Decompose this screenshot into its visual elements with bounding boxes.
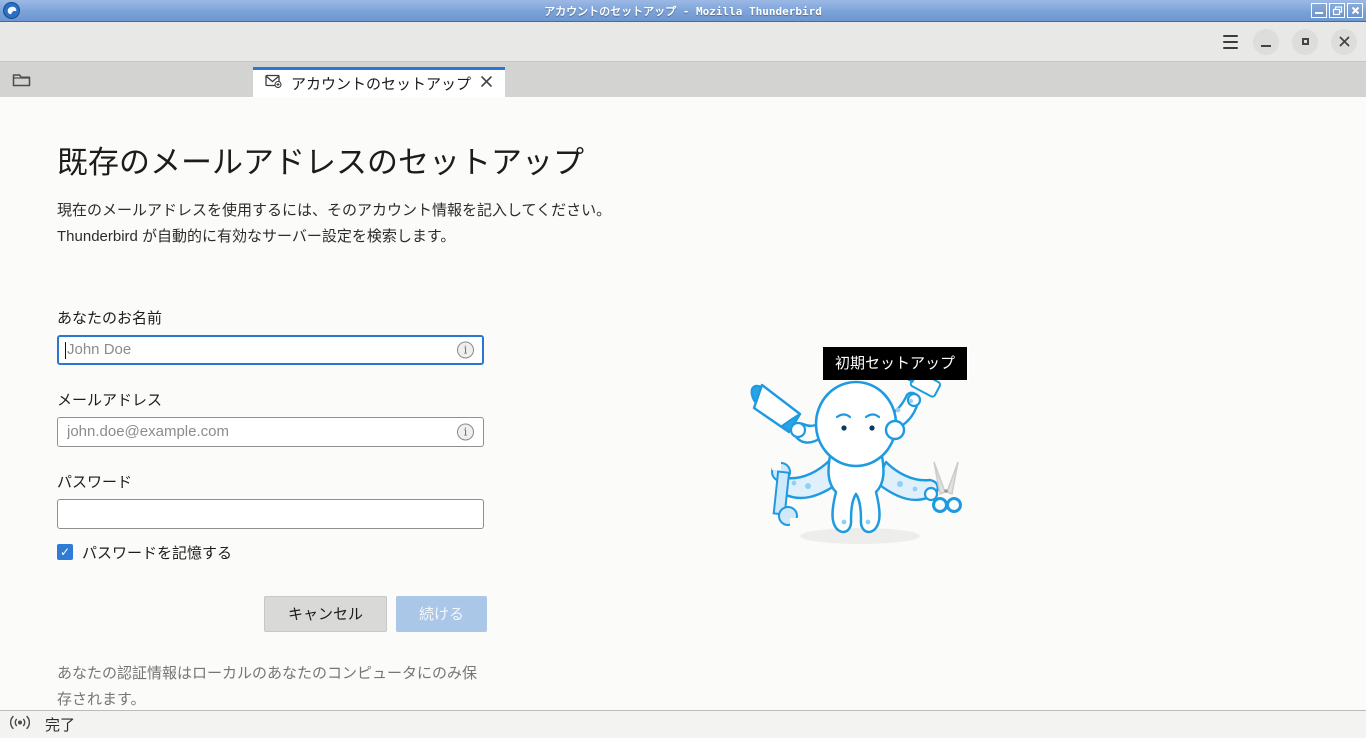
app-menu-icon[interactable] (1221, 33, 1240, 51)
remember-password-label: パスワードを記憶する (82, 544, 233, 562)
name-label: あなたのお名前 (57, 309, 163, 327)
app-close-button[interactable] (1331, 28, 1357, 55)
network-status-icon (9, 714, 31, 736)
os-close-button[interactable] (1347, 3, 1363, 18)
page-description: 現在のメールアドレスを使用するには、そのアカウント情報を記入してください。 Th… (57, 202, 612, 246)
remember-password-row[interactable]: ✓ パスワードを記憶する (57, 542, 489, 563)
tab-label: アカウントのセットアップ (291, 76, 472, 93)
tab-close-icon[interactable] (480, 75, 493, 93)
initial-setup-tooltip: 初期セットアップ (823, 347, 970, 380)
status-bar: 完了 (0, 710, 1366, 738)
page-title: 既存のメールアドレスのセットアップ (57, 145, 584, 180)
name-field-group: あなたのお名前 i (57, 307, 489, 365)
os-minimize-button[interactable] (1311, 3, 1327, 18)
email-field-group: メールアドレス i (57, 389, 489, 447)
app-minimize-button[interactable] (1253, 28, 1279, 55)
os-restore-button[interactable] (1329, 3, 1345, 18)
name-input[interactable] (57, 334, 484, 365)
app-restore-button[interactable] (1292, 28, 1318, 55)
continue-button[interactable]: 続ける (395, 595, 487, 632)
info-icon: i (457, 423, 474, 440)
email-label: メールアドレス (57, 391, 163, 409)
cancel-button[interactable]: キャンセル (263, 595, 387, 632)
info-icon: i (457, 341, 474, 358)
account-setup-pane: 既存のメールアドレスのセットアップ 現在のメールアドレスを使用するには、そのアカ… (0, 97, 1366, 710)
tab-account-setup[interactable]: アカウントのセットアップ (253, 67, 505, 97)
account-setup-tab-icon (265, 74, 282, 93)
password-field-group: パスワード (57, 471, 489, 529)
app-toolbar (0, 22, 1366, 62)
privacy-note: あなたの認証情報はローカルのあなたのコンピュータにのみ保存されます。 (57, 664, 478, 708)
mail-folder-icon[interactable] (12, 72, 31, 93)
email-input[interactable] (57, 416, 484, 447)
window-title: アカウントのセットアップ - Mozilla Thunderbird (544, 4, 822, 18)
thunderbird-window: アカウントのセットアップ - Mozilla Thunderbird アカウント… (0, 0, 1366, 738)
remember-password-checkbox[interactable]: ✓ (57, 544, 73, 560)
os-titlebar[interactable]: アカウントのセットアップ - Mozilla Thunderbird (0, 0, 1366, 22)
password-input[interactable] (57, 498, 484, 529)
status-text: 完了 (45, 717, 76, 734)
text-caret (65, 341, 66, 359)
action-buttons: キャンセル 続ける (57, 595, 487, 632)
tab-bar: アカウントのセットアップ (0, 62, 1366, 97)
password-label: パスワード (57, 473, 133, 491)
mascot-octopus-illustration (748, 370, 970, 555)
